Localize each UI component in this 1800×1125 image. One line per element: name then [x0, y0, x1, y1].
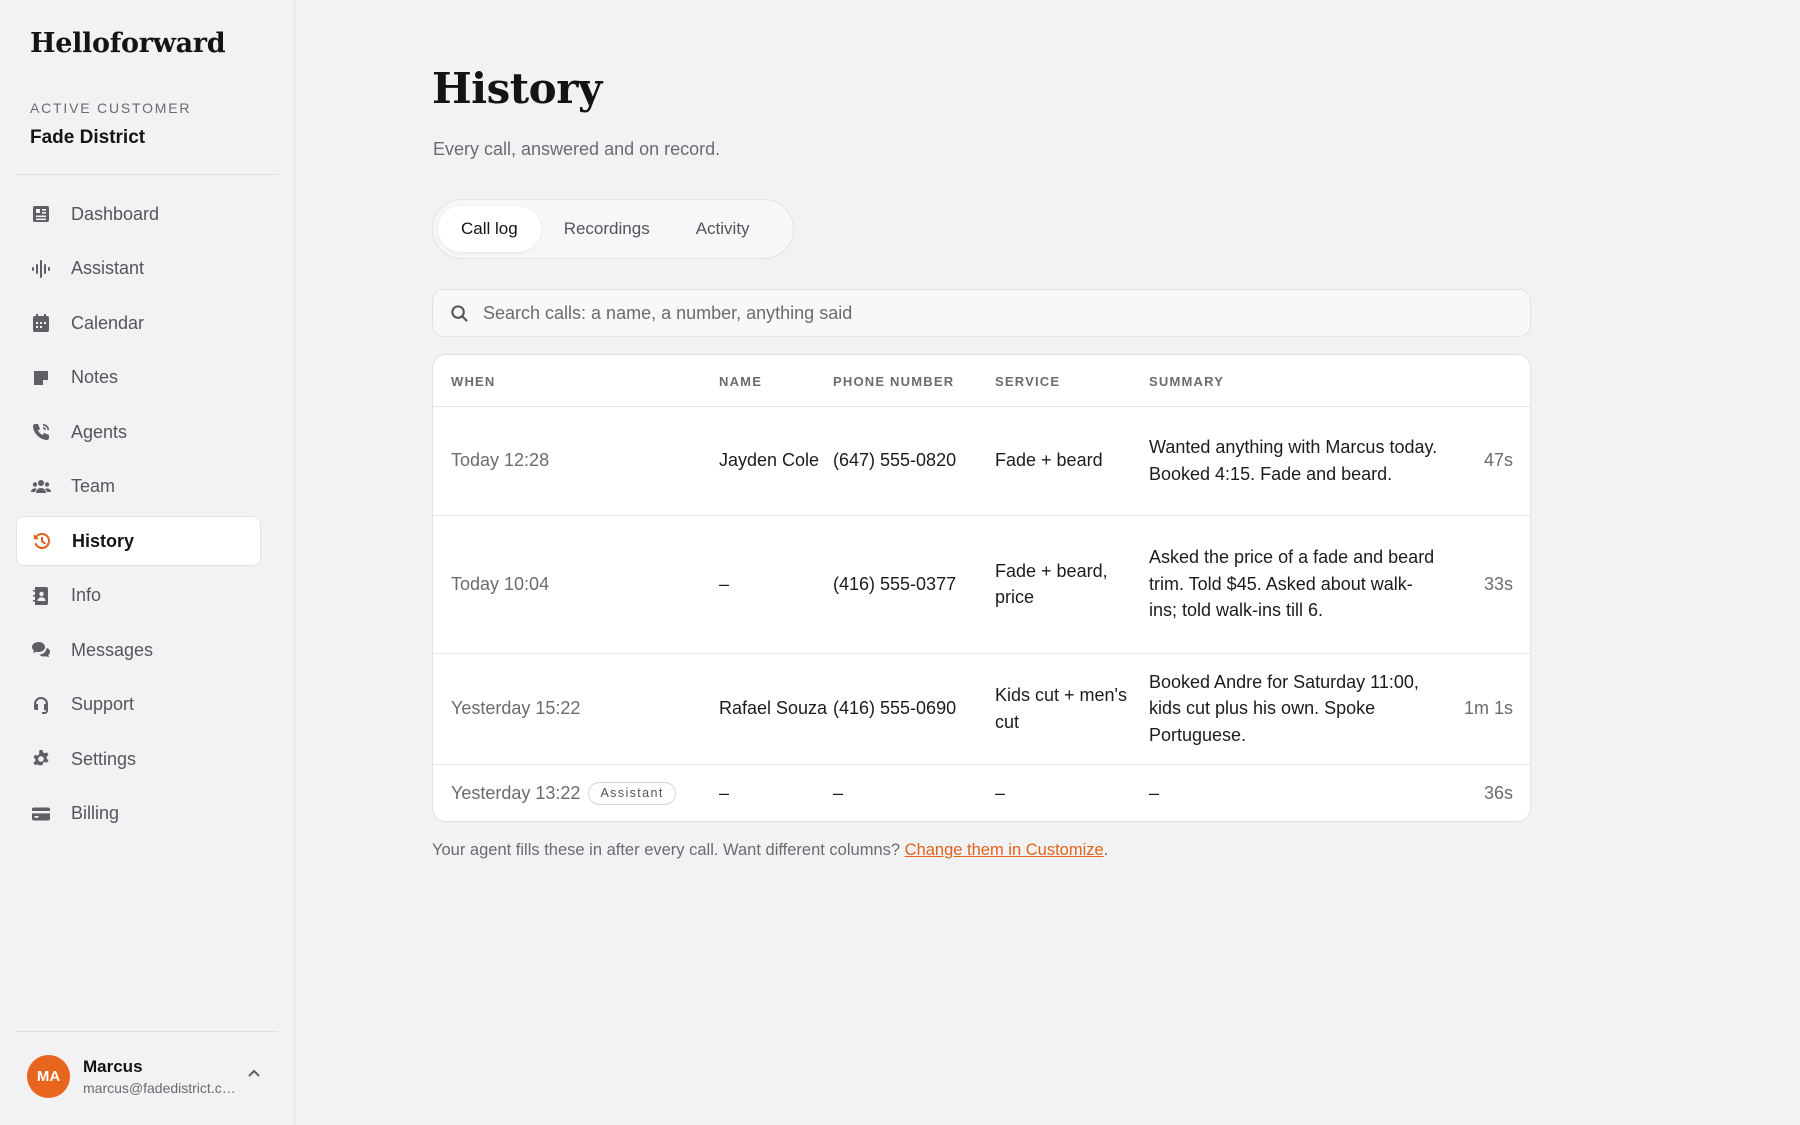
sidebar-item-label: Team: [71, 476, 116, 496]
call-log-table: When Name Phone Number Service Summary T…: [432, 354, 1531, 822]
cell-when: Yesterday 13:22 Assistant: [433, 763, 719, 821]
sidebar-item-settings[interactable]: Settings: [16, 734, 261, 784]
column-header-duration: [1439, 355, 1530, 407]
sidebar-divider: [16, 174, 278, 175]
note-icon: [30, 367, 52, 389]
cell-phone: (647) 555-0820: [833, 450, 957, 471]
table-footnote: Your agent fills these in after every ca…: [432, 841, 1108, 860]
contact-card-icon: [30, 585, 52, 607]
sidebar-item-label: Calendar: [71, 312, 145, 333]
table-row[interactable]: Today 10:04 – (416) 555-0377 Fade + bear…: [433, 514, 1530, 653]
cell-service: Fade + beard, price: [995, 514, 1149, 653]
column-header-name: Name: [719, 355, 833, 407]
calendar-icon: [30, 312, 52, 334]
sidebar-item-dashboard[interactable]: Dashboard: [16, 189, 261, 239]
chat-icon: [30, 639, 52, 661]
cell-name: –: [719, 763, 833, 821]
cell-phone: –: [833, 763, 995, 821]
sidebar-item-label: Assistant: [71, 258, 145, 278]
cell-when: Today 12:28: [451, 450, 550, 471]
cell-summary: Asked the price of a fade and beard trim…: [1149, 514, 1439, 653]
sidebar-item-notes[interactable]: Notes: [16, 353, 261, 403]
sidebar-item-history[interactable]: History: [16, 516, 261, 566]
sidebar: Helloforward Active Customer Fade Distri…: [0, 0, 295, 1125]
sidebar-divider: [16, 1031, 278, 1032]
footnote-end: .: [1103, 841, 1109, 859]
brand-logo: Helloforward: [30, 28, 226, 59]
waveform-icon: [30, 258, 52, 280]
cell-service: Fade + beard: [995, 450, 1103, 471]
sidebar-item-label: Support: [71, 694, 135, 714]
sidebar-item-assistant[interactable]: Assistant: [16, 244, 261, 294]
table-header-row: When Name Phone Number Service Summary: [433, 355, 1530, 407]
history-icon: [31, 530, 53, 552]
chevron-up-icon[interactable]: [246, 1066, 266, 1086]
cell-summary: Wanted anything with Marcus today. Booke…: [1149, 437, 1438, 484]
cell-duration: 1m 1s: [1439, 652, 1530, 764]
sidebar-item-label: Dashboard: [71, 203, 160, 224]
page-subtitle: Every call, answered and on record.: [433, 139, 721, 159]
sidebar-item-label: Notes: [71, 367, 119, 387]
sidebar-item-label: Settings: [71, 748, 137, 769]
phone-icon: [30, 421, 52, 443]
sidebar-item-info[interactable]: Info: [16, 571, 261, 621]
cell-duration: 33s: [1439, 514, 1530, 653]
table-row[interactable]: Yesterday 15:22 Rafael Souza (416) 555-0…: [433, 652, 1530, 764]
user-email: marcus@fadedistrict.com: [83, 1079, 238, 1096]
column-header-service: Service: [995, 355, 1149, 407]
cell-name: Jayden Cole: [719, 450, 820, 471]
sidebar-item-label: History: [72, 530, 135, 551]
sidebar-item-agents[interactable]: Agents: [16, 407, 261, 457]
sidebar-item-support[interactable]: Support: [16, 680, 261, 730]
credit-card-icon: [30, 803, 52, 825]
sidebar-item-team[interactable]: Team: [16, 462, 261, 512]
cell-phone: (416) 555-0377: [833, 514, 995, 653]
cell-duration: 47s: [1483, 450, 1513, 471]
tab-bar: Call log Recordings Activity: [432, 199, 794, 259]
cell-name: –: [719, 514, 833, 653]
cell-service: –: [995, 763, 1149, 821]
cell-service: Kids cut + men's cut: [995, 652, 1149, 764]
cell-when: Yesterday 15:22: [433, 652, 719, 764]
table-row[interactable]: Today 12:28 Jayden Cole (647) 555-0820 F…: [433, 406, 1530, 515]
user-menu[interactable]: MA Marcus marcus@fadedistrict.com: [27, 1053, 272, 1099]
cell-phone: (416) 555-0690: [833, 652, 995, 764]
column-header-when: When: [433, 355, 719, 407]
gear-icon: [30, 748, 52, 770]
cell-name: Rafael Souza: [719, 652, 833, 764]
sidebar-nav: Dashboard Assistant Calendar Notes Agent…: [16, 189, 261, 843]
table-row[interactable]: Yesterday 13:22 Assistant – – – – 36s: [433, 763, 1530, 821]
active-customer-label: Active Customer: [30, 100, 192, 116]
customize-link[interactable]: Change them in Customize: [905, 841, 1104, 859]
tab-activity[interactable]: Activity: [673, 206, 773, 252]
tab-call-log[interactable]: Call log: [438, 206, 541, 252]
column-header-phone: Phone Number: [833, 355, 995, 407]
sidebar-item-label: Agents: [71, 421, 128, 442]
sidebar-item-label: Billing: [71, 803, 120, 823]
dashboard-icon: [30, 203, 52, 225]
headset-icon: [30, 694, 52, 716]
cell-when: Today 10:04: [433, 514, 719, 653]
active-customer-name[interactable]: Fade District: [30, 127, 145, 149]
user-name: Marcus: [83, 1056, 143, 1076]
footnote-text: Your agent fills these in after every ca…: [432, 841, 901, 859]
search-input[interactable]: [483, 302, 1483, 324]
cell-summary: Booked Andre for Saturday 11:00, kids cu…: [1149, 652, 1439, 764]
cell-summary: –: [1149, 763, 1439, 821]
search-icon: [451, 304, 468, 322]
tab-recordings[interactable]: Recordings: [541, 206, 673, 252]
sidebar-item-label: Messages: [71, 639, 154, 660]
column-header-summary: Summary: [1149, 355, 1439, 407]
avatar: MA: [27, 1054, 70, 1098]
cell-duration: 36s: [1439, 763, 1530, 821]
users-icon: [30, 476, 52, 498]
sidebar-item-billing[interactable]: Billing: [16, 789, 261, 839]
page-title: History: [432, 64, 602, 113]
cell-when-text: Yesterday 13:22: [451, 782, 581, 803]
assistant-badge: Assistant: [588, 781, 676, 805]
sidebar-item-calendar[interactable]: Calendar: [16, 298, 261, 348]
sidebar-item-messages[interactable]: Messages: [16, 625, 261, 675]
search-bar: [432, 289, 1531, 337]
sidebar-item-label: Info: [71, 585, 102, 605]
